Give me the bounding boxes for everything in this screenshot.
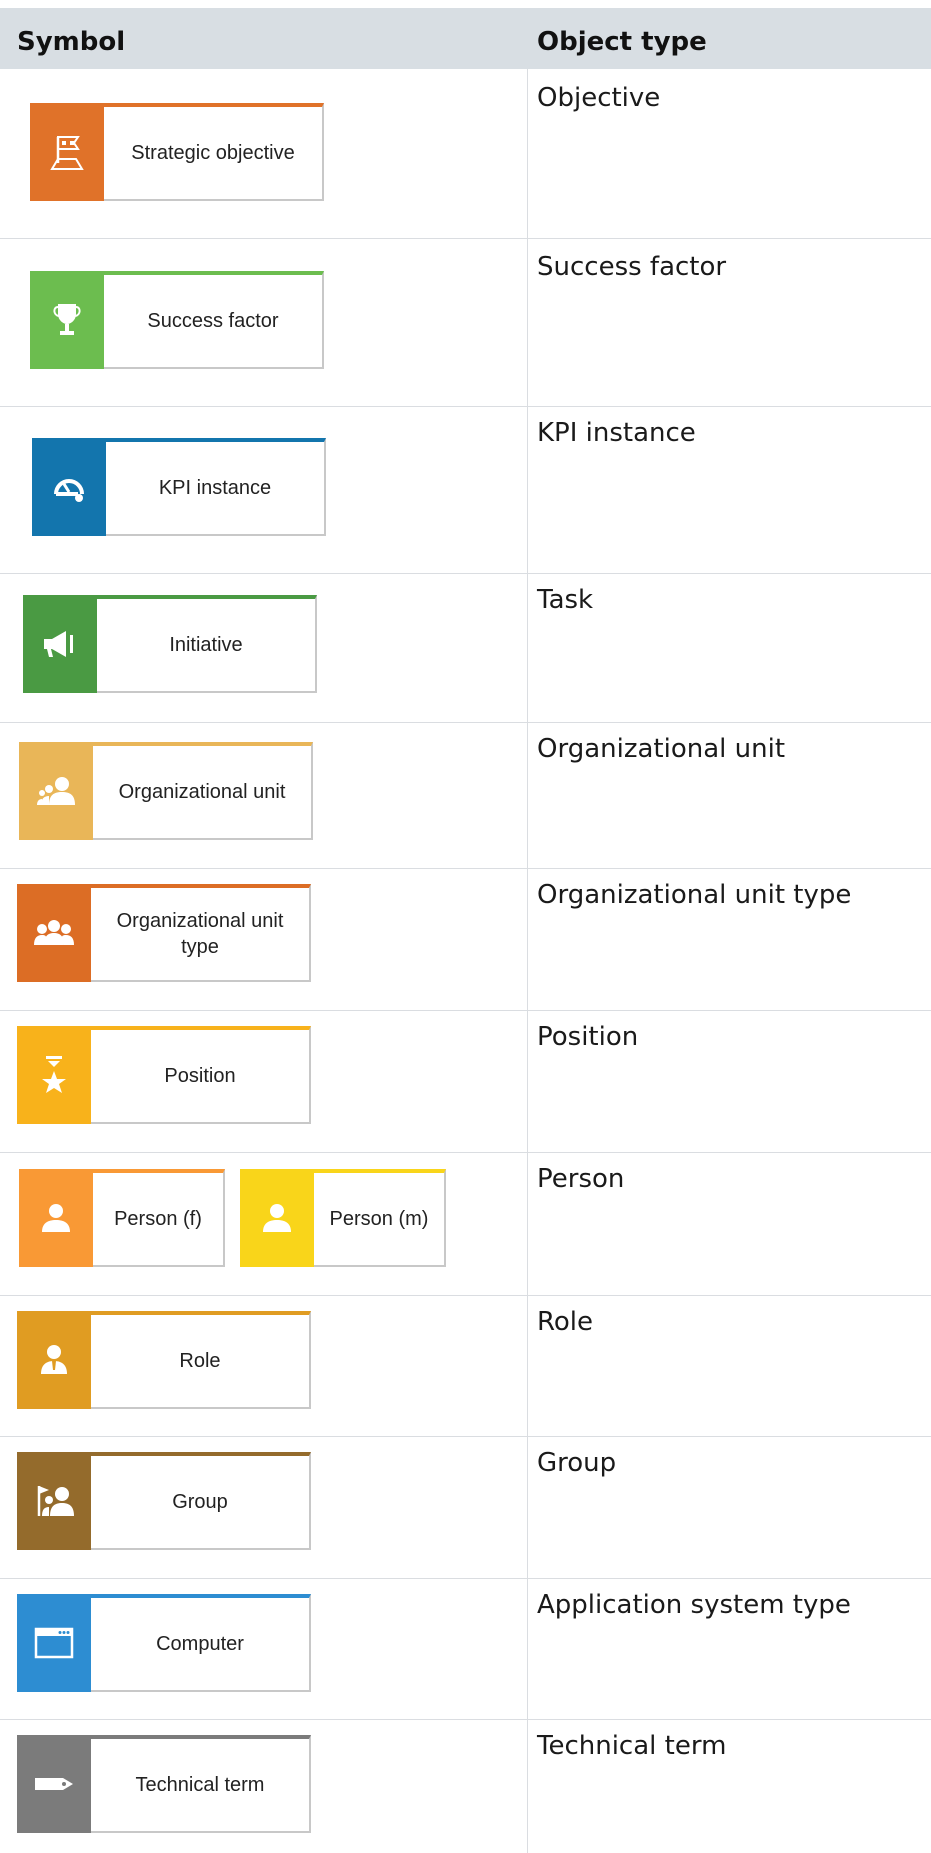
tag-icon: [17, 1735, 91, 1833]
object-type-label: KPI instance: [537, 418, 696, 448]
group-icon: [17, 884, 91, 982]
flag-icon: [30, 103, 104, 201]
symbol-label: KPI instance: [106, 438, 326, 536]
table-row: Organizational unit type Organizational …: [0, 868, 931, 1011]
object-type-label: Position: [537, 1022, 639, 1052]
table-row: Technical term Technical term: [0, 1719, 931, 1853]
symbol-success-factor: Success factor: [30, 271, 324, 369]
group-flag-icon: [17, 1452, 91, 1550]
people-icon: [19, 742, 93, 840]
person-icon: [240, 1169, 314, 1267]
megaphone-icon: [23, 595, 97, 693]
symbol-label: Initiative: [97, 595, 317, 693]
symbol-kpi-instance: KPI instance: [32, 438, 326, 536]
object-type-label: Success factor: [537, 252, 727, 282]
object-type-label: Organizational unit: [537, 734, 786, 764]
symbol-strategic-objective: Strategic objective: [30, 103, 324, 201]
table-row: Organizational unit Organizational unit: [0, 722, 931, 869]
table-header: Symbol Object type: [0, 8, 931, 69]
table-row: Application system type Computer: [0, 1578, 931, 1720]
gauge-icon: [32, 438, 106, 536]
object-type-label: Group: [537, 1448, 617, 1478]
symbol-position: Position: [17, 1026, 311, 1124]
symbol-label: Organizational unit: [93, 742, 313, 840]
window-icon: [17, 1594, 91, 1692]
symbol-label: Person (m): [314, 1169, 446, 1267]
object-type-label: Person: [537, 1164, 625, 1194]
header-symbol: Symbol: [17, 27, 126, 57]
symbol-organizational-unit-type: Organizational unit type: [17, 884, 311, 982]
object-type-label: Task: [537, 585, 594, 615]
person-icon: [19, 1169, 93, 1267]
role-icon: [17, 1311, 91, 1409]
symbol-initiative: Initiative: [23, 595, 317, 693]
table-row: Person Person (f) Person (m): [0, 1152, 931, 1296]
trophy-icon: [30, 271, 104, 369]
symbol-label: Position: [91, 1026, 311, 1124]
table-row: KPI instance KPI instance: [0, 406, 931, 574]
object-type-label: Application system type: [537, 1590, 851, 1620]
header-object-type: Object type: [537, 27, 707, 57]
table-row: Group Group: [0, 1436, 931, 1579]
object-type-label: Role: [537, 1307, 594, 1337]
symbol-label: Technical term: [91, 1735, 311, 1833]
symbol-group: Group: [17, 1452, 311, 1550]
symbol-label: Strategic objective: [104, 103, 324, 201]
symbol-technical-term: Technical term: [17, 1735, 311, 1833]
table-row: Success factor Success factor: [0, 238, 931, 407]
table-row: Objective Strategic objective: [0, 69, 931, 239]
symbol-computer: Computer: [17, 1594, 311, 1692]
symbol-person-f: Person (f): [19, 1169, 225, 1267]
object-type-label: Organizational unit type: [537, 880, 852, 910]
table-row: Role Role: [0, 1295, 931, 1437]
symbol-person-m: Person (m): [240, 1169, 446, 1267]
star-icon: [17, 1026, 91, 1124]
symbol-label: Computer: [91, 1594, 311, 1692]
table-row: Position Position: [0, 1010, 931, 1153]
symbol-role: Role: [17, 1311, 311, 1409]
symbol-label: Person (f): [93, 1169, 225, 1267]
symbol-label: Success factor: [104, 271, 324, 369]
symbol-label: Organizational unit type: [91, 884, 311, 982]
symbol-label: Group: [91, 1452, 311, 1550]
table-row: Task Initiative: [0, 573, 931, 723]
object-type-label: Objective: [537, 83, 661, 113]
object-type-label: Technical term: [537, 1731, 727, 1761]
symbol-organizational-unit: Organizational unit: [19, 742, 313, 840]
symbol-label: Role: [91, 1311, 311, 1409]
